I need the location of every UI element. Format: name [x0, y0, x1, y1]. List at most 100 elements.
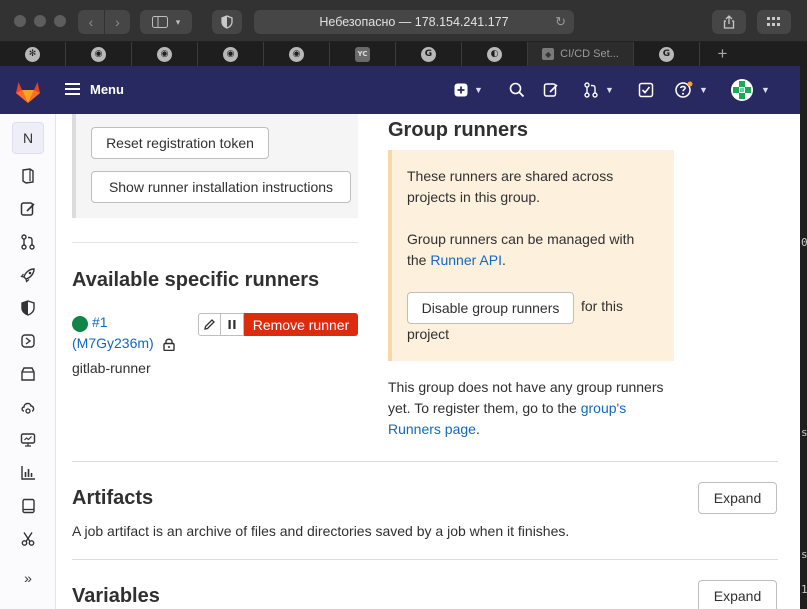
merge-request-icon: [21, 234, 35, 250]
disable-suffix-text-2: project: [407, 326, 450, 342]
book-icon: [22, 498, 35, 514]
sidebar-toggle-button[interactable]: ▾: [140, 10, 192, 34]
disable-group-runners-button[interactable]: Disable group runners: [407, 292, 574, 324]
runner-api-link[interactable]: Runner API: [430, 252, 502, 268]
no-group-runners-line-1: This group does not have any group runne…: [388, 379, 664, 395]
lock-icon: [163, 338, 175, 351]
no-group-runners-line-2: yet. To register them, go to the group's: [388, 398, 626, 419]
tab-bar: ✻ ◉ ◉ ◉ ◉ YC G ◐ ◆ CI/CD Set... G +: [0, 42, 807, 66]
tab-github-1[interactable]: ◉: [66, 42, 132, 66]
group-runners-title: Group runners: [388, 119, 529, 141]
github-icon: ◉: [223, 46, 238, 62]
todos-button[interactable]: [638, 80, 654, 100]
background-window-strip: 0 s s 1: [800, 66, 807, 609]
todo-icon: [638, 82, 654, 98]
sidebar-item-security[interactable]: [19, 299, 37, 317]
pencil-icon: [204, 319, 215, 330]
share-button[interactable]: [712, 10, 746, 34]
group-runners-page-link[interactable]: Runners page: [388, 421, 476, 437]
issues-button[interactable]: [543, 80, 559, 100]
privacy-report-button[interactable]: [212, 10, 242, 34]
create-new-dropdown[interactable]: ▼: [454, 80, 483, 100]
back-button[interactable]: ‹: [78, 10, 104, 34]
tab-yc[interactable]: YC: [330, 42, 396, 66]
section-divider: [72, 461, 778, 462]
remove-runner-button[interactable]: Remove runner: [244, 313, 358, 336]
merge-requests-dropdown[interactable]: ▼: [583, 80, 614, 100]
show-runner-instructions-button[interactable]: Show runner installation instructions: [91, 171, 351, 203]
rocket-icon: [20, 268, 35, 283]
variables-title: Variables: [72, 585, 160, 607]
sidebar-item-infrastructure[interactable]: [19, 398, 37, 416]
runner-id-link[interactable]: #1: [92, 314, 108, 330]
sidebar-item-project-info[interactable]: [19, 167, 37, 185]
github-icon: ◉: [289, 46, 304, 62]
gitlab-tanuki-icon: [16, 82, 40, 103]
collapse-sidebar-button[interactable]: »: [19, 569, 37, 587]
sidebar-item-analytics[interactable]: [19, 464, 37, 482]
reset-registration-token-button[interactable]: Reset registration token: [91, 127, 269, 159]
zoom-window-button[interactable]: [54, 15, 66, 27]
shield-icon: [21, 300, 35, 316]
tab-google-2[interactable]: G: [634, 42, 700, 66]
reload-icon[interactable]: ↻: [555, 14, 566, 30]
slack-icon: ✻: [25, 46, 40, 62]
minimize-window-button[interactable]: [34, 15, 46, 27]
chevron-right-icon: ›: [115, 14, 120, 30]
new-tab-button[interactable]: +: [700, 42, 745, 66]
group-runners-managed-line-2: the Runner API.: [407, 250, 506, 271]
artifacts-title: Artifacts: [72, 487, 154, 509]
gitlab-logo[interactable]: [14, 78, 42, 109]
chevron-down-icon: ▼: [474, 85, 483, 95]
monitor-icon: [20, 433, 36, 447]
tab-overview-button[interactable]: [757, 10, 791, 34]
sidebar-item-deployments[interactable]: [19, 332, 37, 350]
address-bar[interactable]: Небезопасно — 178.154.241.177 ↻: [254, 10, 574, 34]
hamburger-icon: [65, 80, 80, 98]
merge-request-icon: [584, 82, 598, 98]
chevron-down-icon: ▼: [761, 85, 770, 95]
issues-icon: [543, 83, 558, 97]
project-avatar[interactable]: N: [12, 122, 44, 154]
main-content: Reset registration token Show runner ins…: [56, 114, 800, 609]
gitlab-header: Menu ▼ ▼ ▼ ▼: [0, 66, 800, 114]
share-icon: [723, 15, 735, 29]
group-runners-link[interactable]: group's: [581, 400, 626, 416]
sidebar-item-ci-cd[interactable]: [19, 266, 37, 284]
chart-icon: [21, 466, 35, 480]
compass-icon: ◐: [487, 46, 502, 62]
managed-prefix: the: [407, 252, 431, 268]
help-dropdown[interactable]: ▼: [675, 80, 708, 100]
tab-cicd-settings[interactable]: ◆ CI/CD Set...: [528, 42, 634, 66]
menu-button[interactable]: Menu: [65, 80, 124, 98]
sidebar-icon: [151, 16, 168, 28]
avatar: [731, 79, 753, 101]
user-menu-dropdown[interactable]: ▼: [731, 79, 770, 101]
tab-google-1[interactable]: G: [396, 42, 462, 66]
sidebar-item-snippets[interactable]: [19, 530, 37, 548]
tab-slack[interactable]: ✻: [0, 42, 66, 66]
runner-token-link[interactable]: (M7Gy236m): [72, 335, 154, 351]
tab-github-3[interactable]: ◉: [198, 42, 264, 66]
variables-expand-button[interactable]: Expand: [698, 580, 777, 609]
artifacts-expand-button[interactable]: Expand: [698, 482, 777, 514]
tab-github-4[interactable]: ◉: [264, 42, 330, 66]
sidebar-item-issues[interactable]: [19, 200, 37, 218]
close-window-button[interactable]: [14, 15, 26, 27]
sidebar-item-packages[interactable]: [19, 365, 37, 383]
sidebar-item-wiki[interactable]: [19, 497, 37, 515]
pause-runner-button[interactable]: [221, 313, 244, 336]
no-runners-prefix: yet. To register them, go to the: [388, 400, 581, 416]
group-runners-info-line-1: These runners are shared across: [407, 168, 614, 184]
edit-runner-button[interactable]: [198, 313, 221, 336]
sidebar-item-monitor[interactable]: [19, 431, 37, 449]
group-runners-info-line-2: projects in this group.: [407, 189, 541, 205]
forward-button[interactable]: ›: [104, 10, 130, 34]
deployments-icon: [21, 334, 35, 348]
section-divider: [72, 559, 778, 560]
sidebar-item-merge-requests[interactable]: [19, 233, 37, 251]
tab-compass[interactable]: ◐: [462, 42, 528, 66]
tab-github-2[interactable]: ◉: [132, 42, 198, 66]
search-button[interactable]: [509, 80, 525, 100]
help-icon: [675, 81, 693, 98]
